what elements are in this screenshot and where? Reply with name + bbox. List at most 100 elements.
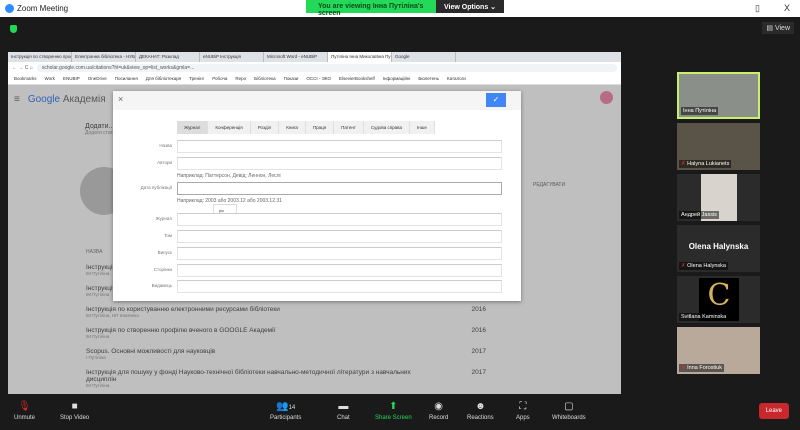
bookmark[interactable]: ENUBIP (63, 76, 80, 81)
date-label: Дата публікації (140, 185, 172, 190)
issue-input[interactable] (177, 247, 502, 260)
browser-tab-active[interactable]: Путіліна Інна Миколаївна Пуб (328, 52, 392, 62)
authors-label: Автори (157, 160, 172, 165)
issue-label: Випуск (157, 250, 172, 255)
participant-tile[interactable]: Інна Путіліна (677, 72, 760, 119)
browser-tab[interactable]: Інструкція по створенню проф (8, 52, 72, 62)
participants-icon: 👥14 (276, 401, 296, 412)
participant-tile[interactable]: Olena Halynska ✗ Olena Halynska (677, 225, 760, 272)
reactions-icon: ☻ (475, 401, 486, 412)
bookmark[interactable]: Repo (235, 76, 246, 81)
nav-arrows-icon[interactable]: ← → C ⌂ (12, 65, 33, 71)
bookmark[interactable]: ElsevierBookshelf (339, 76, 375, 81)
share-screen-icon: ⬆ (389, 401, 398, 412)
participants-button[interactable]: 👥14 Participants (270, 401, 301, 421)
participant-name: Olena Halynska (687, 263, 726, 269)
browser-tab[interactable]: Google (392, 52, 456, 62)
bookmark[interactable]: Каталоги (447, 76, 466, 81)
tab-conference[interactable]: Конференція (208, 121, 251, 134)
address-bar: ← → C ⌂ scholar.google.com.ua/citations?… (8, 62, 621, 73)
tab-patent[interactable]: Патент (334, 121, 364, 134)
view-button[interactable]: ▤ View (762, 22, 794, 34)
unmute-button[interactable]: 🎙︎ Unmute (14, 401, 35, 421)
browser-tab[interactable]: ДЕКАНАТ: Розклад (136, 52, 200, 62)
screen-share-banner: You are viewing Інна Путіліна's screen V… (306, 0, 505, 17)
bookmark[interactable]: Покази (284, 76, 299, 81)
pages-label: Сторінки (153, 267, 172, 272)
bookmark[interactable]: Бюлетень (418, 76, 439, 81)
whiteboards-button[interactable]: ▢ Whiteboards (552, 401, 586, 421)
bookmark[interactable]: Посилання (115, 76, 138, 81)
leave-button[interactable]: Leave (758, 403, 789, 419)
view-options-button[interactable]: View Options ⌄ (436, 0, 505, 13)
type-tabs: Журнал Конференція Розділ Книга Праця Па… (177, 121, 435, 134)
apps-icon: ⛶ (519, 401, 527, 412)
maximize-button[interactable]: ▯ (755, 3, 760, 14)
add-article-dialog: × ✓ Журнал Конференція Розділ Книга Прац… (113, 91, 521, 301)
tab-other[interactable]: Інше (410, 121, 435, 134)
bookmark[interactable]: OneDrive (88, 76, 107, 81)
share-screen-button[interactable]: ⬆ Share Screen (375, 401, 412, 421)
muted-mic-icon: ✗ (681, 161, 686, 167)
participant-name: Андрей Jassis (679, 211, 719, 219)
journal-input[interactable] (177, 213, 502, 226)
browser-tab[interactable]: Microsoft Word - eNUBiP (264, 52, 328, 62)
save-button[interactable]: ✓ (486, 93, 506, 107)
reactions-button[interactable]: ☻ Reactions (467, 401, 494, 421)
whiteboard-icon: ▢ (564, 401, 574, 412)
meeting-toolbar: 🎙︎ Unmute ■ Stop Video 👥14 Participants ▬ Ch… (0, 395, 800, 430)
url-field[interactable]: scholar.google.com.ua/citations?hl=uk&vi… (36, 63, 617, 72)
browser-tabs: Інструкція по створенню проф Електронна … (8, 52, 621, 62)
muted-mic-icon: ✗ (681, 365, 686, 371)
participant-tile[interactable]: C Svitlana Kaminska (677, 276, 760, 323)
muted-mic-icon: ✗ (681, 263, 686, 269)
tab-court-case[interactable]: Судова справа (364, 121, 410, 134)
viewing-banner-text: You are viewing Інна Путіліна's screen (306, 0, 436, 17)
participant-tile[interactable]: ✗ Halyna Lukianets (677, 123, 760, 170)
authors-input[interactable] (177, 157, 502, 170)
bookmark[interactable]: Бібліотека (254, 76, 275, 81)
record-button[interactable]: ◉ Record (429, 401, 448, 421)
tab-book[interactable]: Книга (279, 121, 306, 134)
reactions-label: Reactions (467, 415, 494, 421)
close-dialog-icon[interactable]: × (118, 94, 123, 104)
bookmark[interactable]: Bookmarks (14, 76, 37, 81)
record-label: Record (429, 415, 449, 421)
bookmark[interactable]: Інформаційні (383, 76, 411, 81)
muted-mic-icon: 🎙︎ (18, 401, 31, 412)
participant-display-name: Olena Halynska (688, 242, 749, 251)
participants-label: Participants (270, 415, 302, 421)
bookmark[interactable]: Робоча (212, 76, 227, 81)
date-input[interactable] (177, 182, 502, 195)
participant-name: Svitlana Kaminska (679, 313, 729, 321)
share-screen-label: Share Screen (375, 415, 412, 421)
stop-video-button[interactable]: ■ Stop Video (60, 401, 89, 421)
browser-tab[interactable]: Електронна бібліотека - НУБіП (72, 52, 136, 62)
apps-button[interactable]: ⛶ Apps (516, 401, 530, 421)
unmute-label: Unmute (14, 415, 36, 421)
participant-tile[interactable]: ✗ Inna Forostiuk (677, 327, 760, 374)
bookmark[interactable]: Тренінг (189, 76, 204, 81)
tab-thesis[interactable]: Праця (306, 121, 335, 134)
volume-input[interactable] (177, 230, 502, 243)
close-button[interactable]: X (784, 3, 790, 13)
browser-tab[interactable]: eNUBiP Інструкція (200, 52, 264, 62)
tab-chapter[interactable]: Розділ (251, 121, 280, 134)
publisher-input[interactable] (177, 280, 502, 293)
bookmarks-bar: Bookmarks Work ENUBIP OneDrive Посилання… (8, 73, 621, 85)
scholar-page: ≡ Google Академія Додати... Додати статті… (8, 85, 621, 394)
video-camera-icon: ■ (71, 401, 78, 412)
publisher-label: Видавець (151, 283, 172, 288)
title-input[interactable] (177, 140, 502, 153)
bookmark[interactable]: Work (45, 76, 55, 81)
authors-hint: Наприклад: Паттерсон, Девід; Леннон, Лес… (177, 173, 281, 179)
chat-button[interactable]: ▬ Chat (337, 401, 350, 421)
tab-journal[interactable]: Журнал (177, 121, 209, 134)
bookmark[interactable]: Для бібліотекаря (146, 76, 181, 81)
bookmark[interactable]: ОССІ - ЭКО (306, 76, 331, 81)
pages-input[interactable] (177, 264, 502, 277)
zoom-logo-icon (5, 4, 14, 13)
participant-name: Halyna Lukianets (687, 161, 730, 167)
participant-tile[interactable]: Андрей Jassis (677, 174, 760, 221)
dialog-header: × ✓ (113, 91, 521, 110)
